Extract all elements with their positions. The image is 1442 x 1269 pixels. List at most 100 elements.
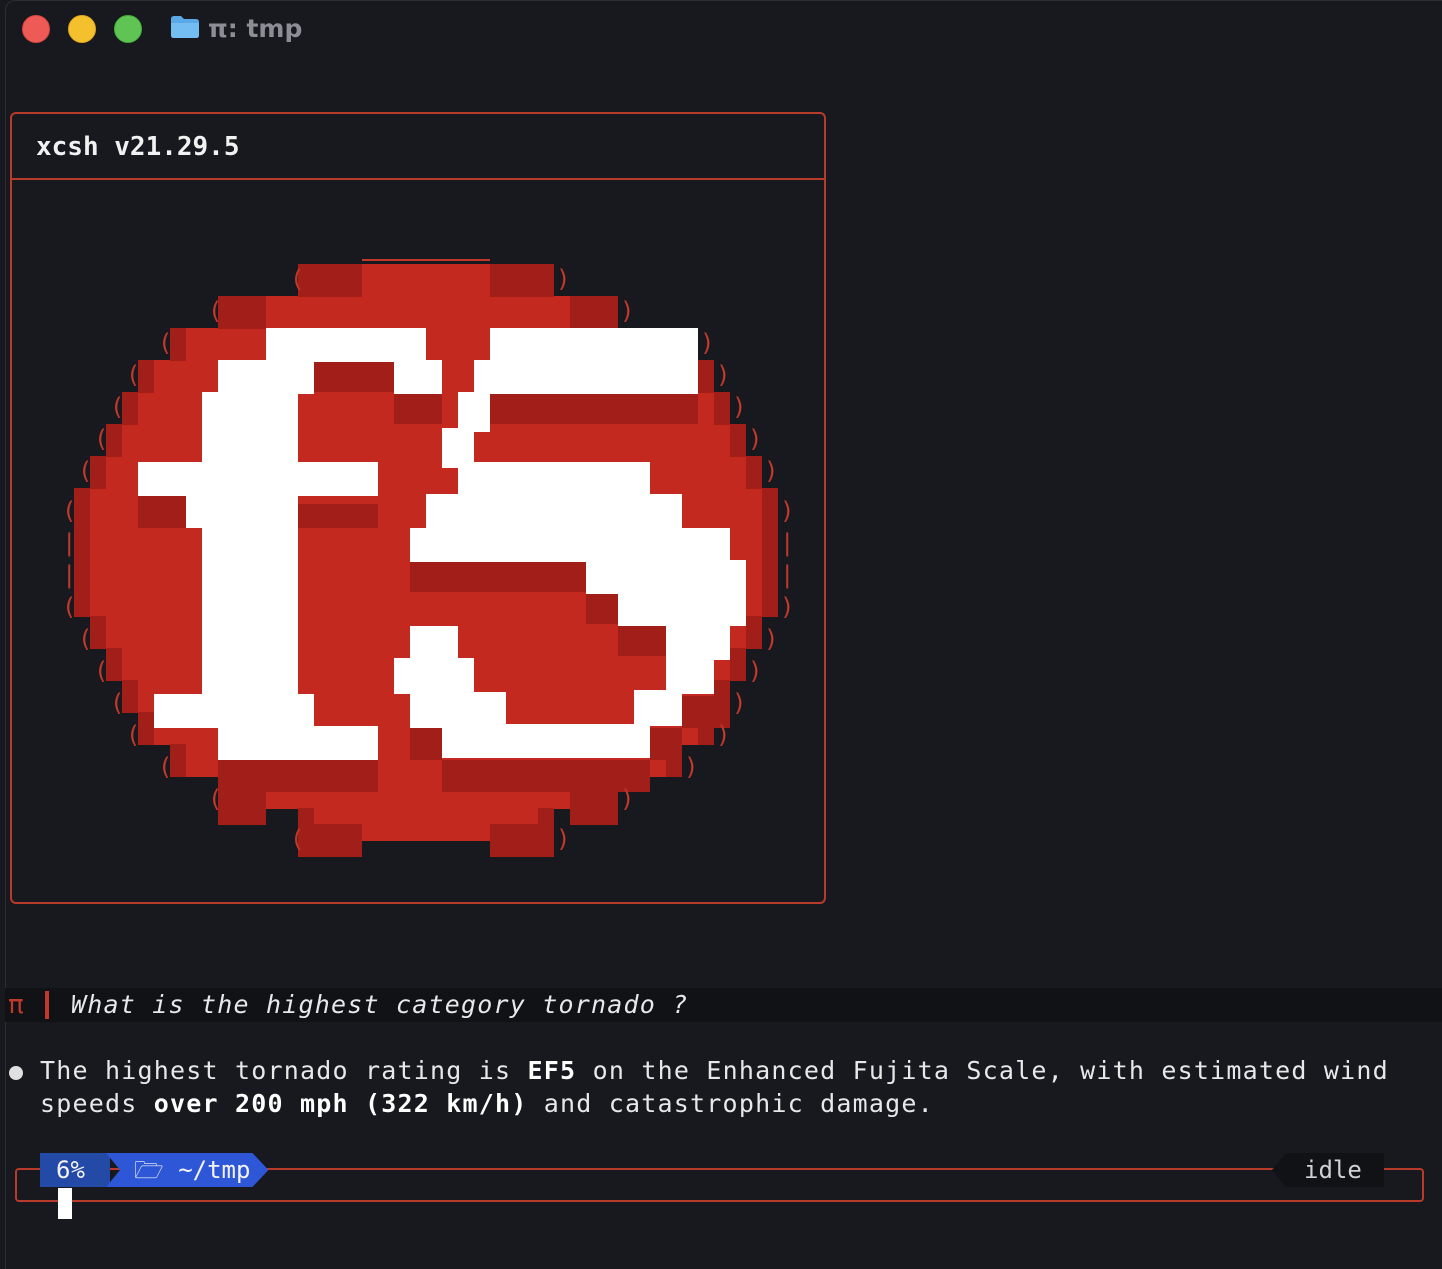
logo-pixel (474, 360, 698, 394)
logo-pixel (746, 456, 762, 489)
assistant-answer: The highest tornado rating is EF5 on the… (40, 1054, 1389, 1120)
logo-bracket: ( (78, 457, 92, 485)
logo-pixel (218, 760, 378, 792)
logo-pixel (442, 724, 650, 758)
logo-pixel (186, 494, 298, 528)
logo-pixel (458, 462, 650, 496)
logo-pixel (410, 528, 730, 562)
logo-pixel (730, 648, 746, 681)
logo-pixel (490, 824, 554, 857)
cwd-segment: 🗁 ~/tmp (106, 1153, 268, 1187)
logo-bracket: | (62, 529, 76, 557)
logo-bracket: ) (620, 785, 634, 813)
answer-text: on the Enhanced Fujita Scale, with estim… (576, 1056, 1389, 1085)
logo-bracket: ) (684, 753, 698, 781)
text-cursor[interactable] (58, 1188, 72, 1219)
answer-bold: over 200 mph (322 km/h) (153, 1089, 528, 1118)
logo-pixel (266, 328, 426, 362)
logo-bracket: ( (78, 625, 92, 653)
logo-pixel (218, 360, 314, 394)
logo-bracket: ) (780, 497, 794, 525)
logo-pixel (666, 624, 730, 660)
logo-bracket: ) (732, 393, 746, 421)
logo-bracket: ( (110, 393, 124, 421)
logo-pixel (746, 616, 762, 649)
logo-pixel (298, 824, 362, 857)
logo-pixel (618, 624, 666, 656)
logo-bracket: ( (126, 361, 140, 389)
logo-bracket: | (62, 561, 76, 589)
logo-pixel (362, 259, 490, 261)
prompt-divider (45, 991, 49, 1019)
logo-bracket: ( (62, 593, 76, 621)
logo-pixel (490, 328, 698, 362)
logo-bracket: ( (126, 721, 140, 749)
logo-pixel (218, 726, 378, 760)
answer-bold: EF5 (527, 1056, 577, 1085)
logo-pixel (218, 296, 618, 329)
logo-pixel (138, 462, 378, 496)
logo-pixel (570, 296, 618, 329)
logo-bracket: ( (290, 265, 304, 293)
logo-pixel (666, 658, 714, 694)
logo-pixel (458, 392, 490, 432)
user-question: What is the highest category tornado ? (71, 990, 689, 1019)
logo-pixel (298, 504, 378, 528)
logo-pixel (714, 392, 730, 425)
logo-pixel (410, 692, 506, 728)
logo-pixel (634, 690, 682, 726)
logo-pixel (410, 560, 586, 592)
context-percent: 6% (40, 1153, 110, 1187)
logo-pixel (762, 520, 778, 553)
logo-bracket: ( (158, 753, 172, 781)
logo-bracket: ) (764, 625, 778, 653)
logo-pixel (138, 496, 186, 528)
logo-bracket: ( (208, 297, 222, 325)
logo-bracket: ) (764, 457, 778, 485)
logo-pixel (730, 424, 746, 457)
logo-pixel (394, 360, 442, 394)
logo-bracket: ) (620, 297, 634, 325)
logo-bracket: ( (62, 497, 76, 525)
logo-pixel (586, 560, 746, 594)
logo-bracket: ) (556, 825, 570, 853)
logo-pixel (410, 728, 442, 760)
logo-bracket: ( (208, 785, 222, 813)
logo-bracket: ( (94, 657, 108, 685)
tornado-logo-icon: ((((((((||(((((((())))))))||)))))))) (62, 259, 794, 857)
logo-pixel (202, 392, 298, 462)
logo-pixel (762, 488, 778, 521)
logo-pixel (762, 552, 778, 585)
logo-bracket: ( (290, 825, 304, 853)
logo-pixel (570, 792, 618, 825)
logo-pixel (298, 264, 362, 297)
logo-bracket: ) (780, 593, 794, 621)
logo-bracket: ) (748, 657, 762, 685)
answer-line-2: speeds over 200 mph (322 km/h) and catas… (40, 1087, 1389, 1120)
logo-pixel (618, 592, 746, 626)
logo-pixel (586, 592, 618, 624)
logo-bracket: ) (716, 721, 730, 749)
logo-pixel (410, 626, 458, 662)
welcome-banner: xcsh v21.29.5 ((((((((| |(((((((())))))))… (10, 112, 826, 904)
logo-pixel (202, 528, 298, 698)
logo-bracket: ) (748, 425, 762, 453)
logo-pixel (490, 392, 698, 424)
logo-pixel (218, 296, 266, 329)
prompt-row: π What is the highest category tornado ? (5, 988, 1442, 1022)
logo-pixel (394, 658, 474, 694)
logo-pixel (394, 392, 442, 424)
logo-pixel (442, 760, 650, 792)
logo-bracket: ( (110, 689, 124, 717)
prompt-symbol: π (8, 990, 24, 1020)
logo-bracket: ( (94, 425, 108, 453)
answer-text: The highest tornado rating is (40, 1056, 528, 1085)
logo-bracket: | (780, 561, 794, 589)
logo-bracket: ) (700, 329, 714, 357)
logo-pixel (650, 728, 682, 760)
logo-bracket: ) (556, 265, 570, 293)
response-bullet-icon (9, 1066, 23, 1080)
logo-pixel (698, 360, 714, 393)
logo-pixel (314, 360, 394, 392)
logo-bracket: | (780, 529, 794, 557)
